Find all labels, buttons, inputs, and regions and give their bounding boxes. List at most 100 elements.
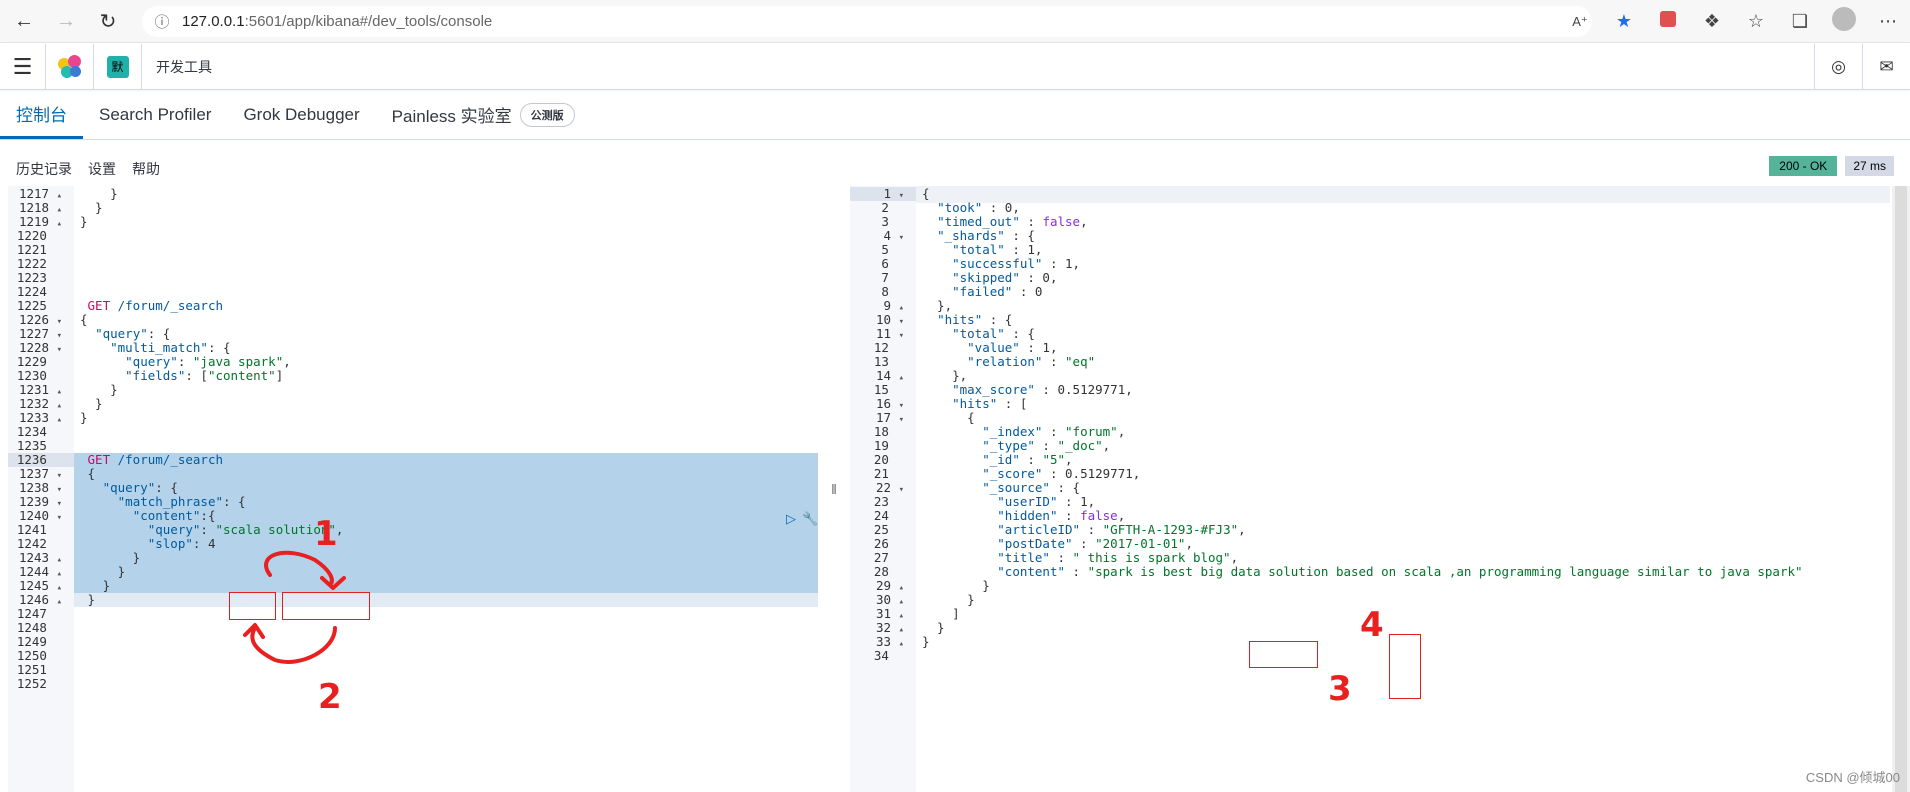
fold-toggle-icon[interactable]: ▾ [57, 471, 62, 481]
line-number: 16 ▾ [875, 396, 904, 412]
code-line: "relation" : "eq" [967, 354, 1096, 369]
fold-toggle-icon[interactable]: ▴ [899, 303, 904, 313]
code-line: "content":{ [132, 508, 216, 523]
fold-toggle-icon[interactable]: ▾ [899, 317, 904, 327]
fold-toggle-icon[interactable]: ▾ [57, 317, 62, 327]
line-number: 22 ▾ [875, 480, 904, 496]
history-link[interactable]: 历史记录 [16, 159, 72, 179]
extension-red-icon[interactable] [1646, 11, 1690, 32]
wrench-icon[interactable]: 🔧 [802, 511, 818, 527]
line-number: 34 [873, 648, 889, 663]
settings-link[interactable]: 设置 [88, 159, 116, 179]
line-number: 27 [873, 550, 889, 565]
fold-toggle-icon[interactable]: ▴ [57, 191, 62, 201]
code-line: "_type" : "_doc", [982, 438, 1111, 453]
tab-painless-lab[interactable]: Painless 实验室 公测版 [376, 90, 591, 139]
line-number: 15 [873, 382, 889, 397]
reload-icon[interactable]: ↻ [90, 3, 126, 39]
help-link[interactable]: 帮助 [132, 159, 160, 179]
breadcrumb: 开发工具 [156, 58, 212, 75]
fold-toggle-icon[interactable]: ▾ [57, 485, 62, 495]
code-line: "fields": ["content"] [125, 368, 284, 383]
console-toolbar: 历史记录 设置 帮助 200 - OK 27 ms [0, 154, 1910, 184]
code-line: "_score" : 0.5129771, [982, 466, 1141, 481]
highlight-box-solution-response [1249, 641, 1318, 668]
code-line: "query": "java spark", [125, 354, 291, 369]
profile-avatar[interactable] [1822, 7, 1866, 36]
line-number: 3 [881, 214, 889, 229]
fold-toggle-icon[interactable]: ▴ [899, 611, 904, 621]
browser-toolbar: ← → ↻ ⓘ 127.0.0.1:5601/app/kibana#/dev_t… [0, 0, 1910, 43]
code-line: "total" : 1, [952, 242, 1043, 257]
line-number: 18 [873, 424, 889, 439]
request-editor[interactable]: 1217 ▴ } 1218 ▴ } 1219 ▴} 1220 1221 1222 12… [8, 186, 818, 792]
code-line: "content" : "spark is best big data solu… [997, 564, 1803, 579]
code-line: "title" : " this is spark blog", [997, 550, 1239, 565]
fold-toggle-icon[interactable]: ▴ [57, 569, 62, 579]
code-line: "failed" : 0 [952, 284, 1043, 299]
line-number: 1249 [16, 634, 47, 649]
tab-console[interactable]: 控制台 [0, 90, 83, 139]
forward-arrow-icon[interactable]: → [48, 3, 84, 39]
favorites-list-icon[interactable]: ☆ [1734, 11, 1778, 32]
line-number: 32 ▴ [875, 620, 904, 636]
line-number: 1231 ▴ [18, 382, 62, 398]
more-menu-icon[interactable]: ⋯ [1866, 11, 1910, 32]
extensions-puzzle-icon[interactable]: ❖ [1690, 11, 1734, 32]
line-number: 13 [873, 354, 889, 369]
line-number: 1237 ▾ [18, 466, 62, 482]
line-number: 24 [873, 508, 889, 523]
fold-toggle-icon[interactable]: ▴ [57, 205, 62, 215]
code-line: } [80, 550, 141, 565]
fold-toggle-icon[interactable]: ▴ [57, 555, 62, 565]
fold-toggle-icon[interactable]: ▾ [899, 401, 904, 411]
line-number: 1233 ▴ [18, 410, 62, 426]
tab-grok-debugger[interactable]: Grok Debugger [227, 90, 375, 139]
code-line: "userID" : 1, [997, 494, 1096, 509]
fold-toggle-icon[interactable]: ▴ [57, 583, 62, 593]
line-number: 1 ▾ [850, 187, 916, 201]
fold-toggle-icon[interactable]: ▴ [899, 625, 904, 635]
code-line: "multi_match": { [110, 340, 231, 355]
send-request-play-icon[interactable]: ▷ [786, 511, 796, 527]
fold-toggle-icon[interactable]: ▾ [57, 499, 62, 509]
info-icon[interactable]: ⓘ [142, 11, 182, 32]
fold-toggle-icon[interactable]: ▾ [57, 331, 62, 341]
code-line: "hits" : [ [952, 396, 1028, 411]
code-line: "successful" : 1, [952, 256, 1081, 271]
fold-toggle-icon[interactable]: ▴ [899, 583, 904, 593]
address-bar[interactable]: ⓘ 127.0.0.1:5601/app/kibana#/dev_tools/c… [142, 6, 1592, 37]
help-lifebuoy-icon[interactable]: ◎ [1814, 44, 1862, 90]
fold-toggle-icon[interactable]: ▴ [57, 401, 62, 411]
response-scrollbar[interactable] [1892, 186, 1910, 792]
line-number: 1239 ▾ [18, 494, 62, 510]
line-number: 1219 ▴ [18, 214, 62, 230]
code-line: "slop": 4 [147, 536, 216, 551]
code-line: GET /forum/_search [87, 298, 223, 313]
line-number: 20 [873, 452, 889, 467]
back-arrow-icon[interactable]: ← [6, 3, 42, 39]
panel-resizer[interactable]: ‖ [818, 186, 850, 792]
code-line: "match_phrase": { [117, 494, 246, 509]
hamburger-menu-icon[interactable]: ☰ [0, 43, 46, 90]
favorite-star-icon[interactable]: ★ [1602, 11, 1646, 32]
collections-icon[interactable]: ❏ [1778, 11, 1822, 32]
kibana-logo[interactable] [46, 43, 94, 90]
line-number: 1240 ▾ [18, 508, 62, 524]
line-number: 1226 ▾ [18, 312, 62, 328]
newsfeed-mail-icon[interactable]: ✉ [1862, 44, 1910, 90]
line-number: 1218 ▴ [18, 200, 62, 216]
url-host: 127.0.0.1 [182, 13, 245, 30]
line-number: 7 [881, 270, 889, 285]
fold-toggle-icon[interactable]: ▴ [899, 597, 904, 607]
tab-search-profiler[interactable]: Search Profiler [83, 90, 227, 139]
space-selector[interactable]: 默 [94, 43, 142, 90]
read-aloud-icon[interactable]: A⁺ [1558, 14, 1602, 30]
fold-toggle-icon[interactable]: ▴ [57, 387, 62, 397]
line-number: 12 [873, 340, 889, 355]
line-number: 1251 [16, 662, 47, 677]
